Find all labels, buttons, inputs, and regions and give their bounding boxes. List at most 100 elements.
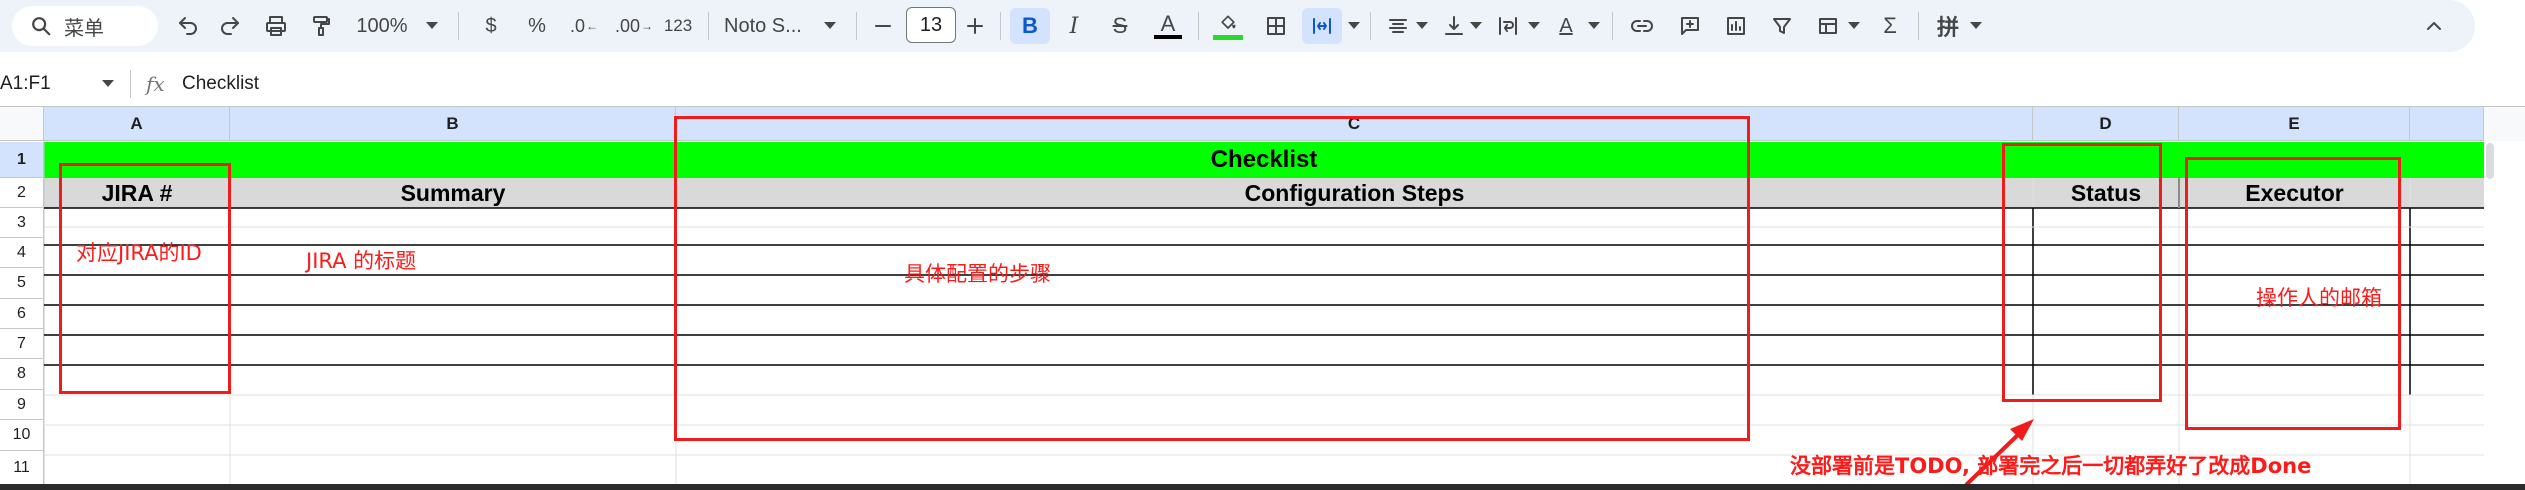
row-header-7[interactable]: 7 [0,329,44,359]
comment-plus-icon [1681,17,1699,35]
merge-dropdown-icon[interactable] [1348,22,1360,29]
row-header-9[interactable]: 9 [0,390,44,420]
annotation-executor: 操作人的邮箱 [2256,286,2382,310]
strikethrough-label: S [1112,13,1128,38]
functions-label: Σ [1883,13,1897,38]
number-format-label: 123 [663,16,693,35]
paint-roller-icon [313,16,330,36]
zoom-select[interactable]: 100% [352,8,412,44]
chevron-up-icon [2427,22,2441,30]
row-header-6[interactable]: 6 [0,299,44,329]
currency-format-button[interactable]: $ [476,8,506,44]
filter-button[interactable] [1764,8,1800,44]
font-size-input[interactable]: 13 [906,7,956,43]
row-header-11[interactable]: 11 [0,451,44,485]
strikethrough-button[interactable]: S [1102,8,1138,44]
menu-search-button[interactable]: 菜单 [12,6,158,46]
column-header-d[interactable]: D [2033,107,2179,141]
increase-decimal-button[interactable]: .00 → [612,8,656,44]
column-header-f[interactable] [2410,107,2484,141]
increase-decimal-label: .00 [614,15,641,36]
insert-chart-button[interactable] [1718,8,1754,44]
fill-color-swatch [1213,34,1243,40]
text-wrap-icon [1499,17,1517,35]
fx-icon: fx [146,72,165,96]
fill-color-button[interactable] [1208,8,1248,44]
select-all-corner[interactable] [0,107,44,141]
header-cell-summary[interactable]: Summary [230,178,676,208]
printer-icon [266,16,286,36]
text-color-button[interactable]: A [1150,8,1186,44]
row-header-5[interactable]: 5 [0,268,44,299]
toolbar-divider [1612,12,1613,40]
filter-views-button[interactable] [1810,8,1846,44]
bold-button[interactable]: B [1010,8,1050,44]
arrow-right-icon: → [641,19,654,33]
number-format-button[interactable]: 123 [660,8,696,44]
vertical-align-button[interactable] [1436,8,1472,44]
zoom-dropdown-icon[interactable] [426,22,438,29]
functions-button[interactable]: Σ [1872,8,1908,44]
vertical-align-dropdown-icon[interactable] [1470,22,1482,29]
horizontal-align-dropdown-icon[interactable] [1416,22,1428,29]
filter-views-dropdown-icon[interactable] [1848,22,1860,29]
insert-link-button[interactable] [1624,8,1660,44]
input-tools-label: 拼 [1936,15,1959,40]
toolbar-divider [708,12,709,40]
menu-search-label: 菜单 [64,17,104,40]
input-tools-button[interactable]: 拼 [1930,8,1966,44]
redo-icon [221,17,239,35]
undo-button[interactable] [170,8,206,44]
bold-label: B [1022,13,1038,38]
text-wrapping-dropdown-icon[interactable] [1528,22,1540,29]
text-wrapping-button[interactable] [1490,8,1526,44]
row-header-10[interactable]: 10 [0,420,44,451]
text-rotation-dropdown-icon[interactable] [1588,22,1600,29]
insert-comment-button[interactable] [1672,8,1708,44]
print-button[interactable] [258,8,294,44]
formula-input[interactable]: Checklist [182,70,259,98]
redo-button[interactable] [212,8,248,44]
undo-icon [179,17,197,35]
borders-icon [1267,17,1285,35]
column-header-e[interactable]: E [2179,107,2410,141]
sheet-tabs-bar [0,484,2525,490]
annotation-steps: 具体配置的步骤 [904,262,1051,286]
merge-cells-button[interactable] [1302,8,1342,44]
filter-icon [1773,18,1791,34]
font-family-dropdown-icon[interactable] [824,22,836,29]
name-box-value: A1:F1 [0,73,51,94]
link-icon [1631,20,1653,32]
row-header-1[interactable]: 1 [0,142,44,178]
row-header-4[interactable]: 4 [0,238,44,268]
toolbar-divider [458,12,459,40]
column-header-a[interactable]: A [44,107,230,141]
horizontal-align-button[interactable] [1380,8,1416,44]
name-box-dropdown-icon[interactable] [102,80,114,87]
text-rotation-label: A [1559,14,1573,37]
decrease-decimal-button[interactable]: .0 ← [564,8,604,44]
font-family-select[interactable]: Noto S... [724,8,824,44]
toolbar-divider [856,12,857,40]
column-header-b[interactable]: B [230,107,676,141]
formula-bar: A1:F1 fx Checklist [0,62,2525,106]
name-box[interactable]: A1:F1 [0,70,118,98]
decrease-font-size-button[interactable] [868,8,898,44]
toolbar-divider [1918,12,1919,40]
row-header-8[interactable]: 8 [0,359,44,390]
input-tools-dropdown-icon[interactable] [1970,22,1982,29]
collapse-toolbar-button[interactable] [2416,8,2452,44]
paint-bucket-icon [1221,15,1236,29]
text-rotation-button[interactable]: A [1548,8,1584,44]
row-header-3[interactable]: 3 [0,208,44,238]
paint-format-button[interactable] [303,8,339,44]
toolbar: 菜单 100% $ % .0 ← .00 → 123 Noto S... 13 … [0,0,2475,52]
percent-format-button[interactable]: % [522,8,552,44]
sheet-grid[interactable]: A B C D E 1 2 3 4 5 6 7 8 9 10 11 Checkl… [0,106,2525,485]
annotation-box-jira [59,163,231,394]
toolbar-divider [1000,12,1001,40]
italic-button[interactable]: I [1056,8,1092,44]
increase-font-size-button[interactable] [960,8,990,44]
borders-button[interactable] [1258,8,1294,44]
row-header-2[interactable]: 2 [0,178,44,208]
